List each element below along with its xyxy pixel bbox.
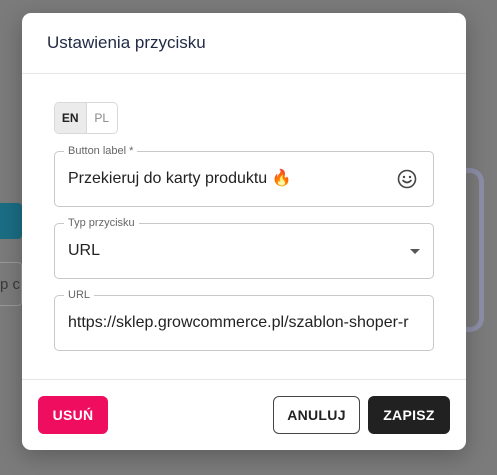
divider bbox=[22, 73, 466, 74]
save-button[interactable]: ZAPISZ bbox=[368, 396, 450, 434]
button-type-value: URL bbox=[68, 242, 101, 259]
button-label-field[interactable]: Button label * Przekieruj do karty produ… bbox=[54, 144, 434, 207]
background-button-fragment bbox=[0, 203, 22, 239]
language-en-button[interactable]: EN bbox=[55, 103, 87, 133]
url-input[interactable]: https://sklep.growcommerce.pl/szablon-sh… bbox=[68, 296, 423, 350]
dialog-title: Ustawienia przycisku bbox=[47, 33, 206, 52]
url-field[interactable]: URL https://sklep.growcommerce.pl/szablo… bbox=[54, 288, 434, 351]
language-pl-button[interactable]: PL bbox=[87, 103, 118, 133]
delete-button[interactable]: USUŃ bbox=[38, 396, 108, 434]
cancel-button[interactable]: ANULUJ bbox=[273, 396, 360, 434]
divider bbox=[22, 379, 466, 380]
button-type-select[interactable]: Typ przycisku URL bbox=[54, 216, 434, 279]
dropdown-arrow-icon bbox=[410, 249, 420, 254]
language-toggle: EN PL bbox=[54, 102, 118, 134]
background-field-fragment: p c bbox=[0, 262, 22, 306]
button-label-input[interactable]: Przekieruj do karty produktu 🔥 bbox=[68, 152, 388, 206]
emoji-smile-icon[interactable] bbox=[397, 169, 417, 189]
settings-dialog: Ustawienia przycisku EN PL Button label … bbox=[22, 13, 466, 450]
